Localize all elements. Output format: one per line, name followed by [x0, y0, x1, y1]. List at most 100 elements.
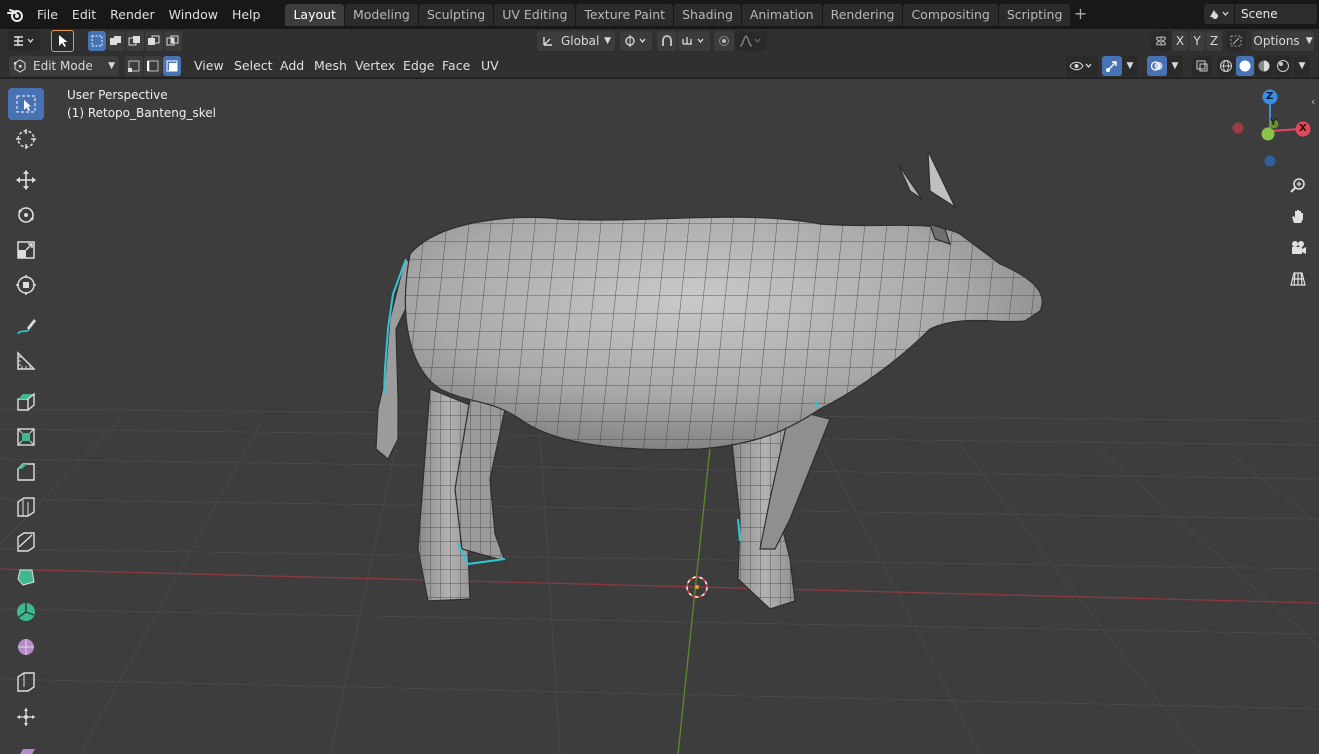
- tab-layout[interactable]: Layout: [285, 3, 344, 26]
- tab-sculpting[interactable]: Sculpting: [418, 3, 494, 26]
- tab-uv-editing[interactable]: UV Editing: [494, 3, 576, 26]
- measure-tool[interactable]: [8, 345, 44, 377]
- tab-texture-paint[interactable]: Texture Paint: [576, 3, 674, 26]
- menu-uv[interactable]: UV: [475, 56, 505, 76]
- shear-tool[interactable]: [8, 736, 44, 754]
- select-mode-extend-button[interactable]: [107, 31, 125, 51]
- gizmo-y-label[interactable]: Y: [1270, 118, 1277, 128]
- menu-edge[interactable]: Edge: [397, 56, 440, 76]
- select-mode-intersect-button[interactable]: [164, 31, 182, 51]
- menu-render[interactable]: Render: [103, 4, 162, 26]
- viewport-header: Edit Mode ▼ View Select Add Mesh Vertex …: [0, 54, 1319, 78]
- gizmo-options-dropdown[interactable]: ▼: [1122, 56, 1138, 76]
- xray-toggle[interactable]: [1192, 56, 1212, 76]
- bevel-tool[interactable]: [8, 456, 44, 488]
- show-gizmo-toggle[interactable]: [1102, 56, 1122, 76]
- annotate-pencil-icon: [17, 319, 36, 335]
- scene-icon[interactable]: [1204, 4, 1234, 24]
- menu-edit[interactable]: Edit: [65, 4, 103, 26]
- select-box-tool[interactable]: [8, 88, 44, 120]
- shading-wireframe-button[interactable]: [1217, 56, 1235, 76]
- menu-window[interactable]: Window: [162, 4, 225, 26]
- rotate-tool[interactable]: [8, 199, 44, 231]
- gizmo-x-label[interactable]: X: [1299, 123, 1307, 134]
- object-visibility-dropdown[interactable]: [1066, 56, 1098, 76]
- loop-cut-tool[interactable]: [8, 491, 44, 523]
- menu-select[interactable]: Select: [228, 56, 279, 76]
- tab-shading[interactable]: Shading: [674, 3, 741, 26]
- menu-help[interactable]: Help: [225, 4, 268, 26]
- menu-file[interactable]: File: [30, 4, 65, 26]
- editor-type-button[interactable]: [8, 31, 40, 51]
- zoom-icon[interactable]: [1284, 172, 1312, 200]
- tab-animation[interactable]: Animation: [741, 3, 822, 26]
- poly-build-tool[interactable]: [8, 561, 44, 593]
- spin-tool[interactable]: [8, 596, 44, 628]
- magnet-icon: [662, 35, 672, 46]
- mirror-x-button[interactable]: X: [1172, 31, 1188, 51]
- shading-options-dropdown[interactable]: ▼: [1294, 56, 1310, 76]
- tab-rendering[interactable]: Rendering: [822, 3, 903, 26]
- scene-name-field[interactable]: Scene: [1235, 4, 1317, 24]
- smooth-tool[interactable]: [8, 631, 44, 663]
- mirror-z-button[interactable]: Z: [1206, 31, 1222, 51]
- edge-select-mode-button[interactable]: [144, 56, 162, 76]
- snap-toggle[interactable]: [657, 31, 677, 51]
- overlays-options-dropdown[interactable]: ▼: [1167, 56, 1183, 76]
- perspective-grid-icon[interactable]: [1284, 265, 1312, 293]
- face-select-icon: [166, 60, 178, 72]
- shading-rendered-button[interactable]: [1274, 56, 1292, 76]
- transform-tool[interactable]: [8, 269, 44, 301]
- pan-hand-icon[interactable]: [1284, 203, 1312, 231]
- face-select-mode-button[interactable]: [163, 56, 181, 76]
- shading-chevron-icon: ▼: [1298, 61, 1306, 71]
- menu-vertex[interactable]: Vertex: [349, 56, 401, 76]
- gizmo-z-label[interactable]: Z: [1266, 91, 1273, 102]
- snap-target-dropdown[interactable]: [678, 31, 710, 51]
- select-mode-new-button[interactable]: [88, 31, 106, 51]
- navigation-tools: [1284, 172, 1312, 296]
- shading-solid-button[interactable]: [1236, 56, 1254, 76]
- camera-view-icon[interactable]: [1284, 234, 1312, 262]
- annotate-tool[interactable]: [8, 310, 44, 342]
- vertex-select-mode-button[interactable]: [125, 56, 143, 76]
- menu-view[interactable]: View: [188, 56, 230, 76]
- pivot-point-dropdown[interactable]: [620, 31, 652, 51]
- edge-slide-tool[interactable]: [8, 666, 44, 698]
- mirror-y-button[interactable]: Y: [1189, 31, 1205, 51]
- interaction-mode-dropdown[interactable]: Edit Mode ▼: [9, 56, 119, 76]
- sidebar-toggle-icon[interactable]: ‹: [1311, 95, 1315, 108]
- shrink-fatten-tool[interactable]: [8, 701, 44, 733]
- shading-material-button[interactable]: [1255, 56, 1273, 76]
- show-overlays-toggle[interactable]: [1147, 56, 1167, 76]
- select-mode-subtract-button[interactable]: [126, 31, 144, 51]
- 3d-viewport[interactable]: Z Y X User Perspective (1) Retopo_Banten…: [0, 79, 1319, 754]
- blender-logo-icon[interactable]: [0, 0, 30, 29]
- menu-mesh[interactable]: Mesh: [308, 56, 353, 76]
- tab-scripting[interactable]: Scripting: [998, 3, 1071, 26]
- mirror-toggle[interactable]: [1151, 31, 1171, 51]
- tab-compositing[interactable]: Compositing: [903, 3, 998, 26]
- shear-icon: [20, 749, 35, 754]
- select-tool-button[interactable]: [51, 30, 74, 52]
- overlays-icon: [1150, 61, 1163, 71]
- proportional-editing-toggle[interactable]: [714, 31, 734, 51]
- extrude-region-tool[interactable]: [8, 386, 44, 418]
- options-dropdown[interactable]: Options ▼: [1252, 31, 1314, 51]
- menu-face[interactable]: Face: [436, 56, 476, 76]
- menu-add[interactable]: Add: [274, 56, 310, 76]
- knife-tool[interactable]: [8, 526, 44, 558]
- proportional-falloff-dropdown[interactable]: [735, 31, 767, 51]
- move-tool[interactable]: [8, 164, 44, 196]
- topology-mirror-toggle[interactable]: [1226, 31, 1246, 51]
- bevel-icon: [17, 463, 35, 481]
- scale-tool[interactable]: [8, 234, 44, 266]
- add-workspace-button[interactable]: +: [1071, 4, 1089, 26]
- select-mode-invert-button[interactable]: [145, 31, 163, 51]
- chevron-down-icon: ▼: [604, 36, 611, 46]
- transform-orientation-dropdown[interactable]: Global ▼: [537, 31, 615, 51]
- cursor-tool[interactable]: [8, 123, 44, 155]
- snap-increment-icon: [682, 37, 704, 45]
- inset-faces-tool[interactable]: [8, 421, 44, 453]
- tab-modeling[interactable]: Modeling: [344, 3, 418, 26]
